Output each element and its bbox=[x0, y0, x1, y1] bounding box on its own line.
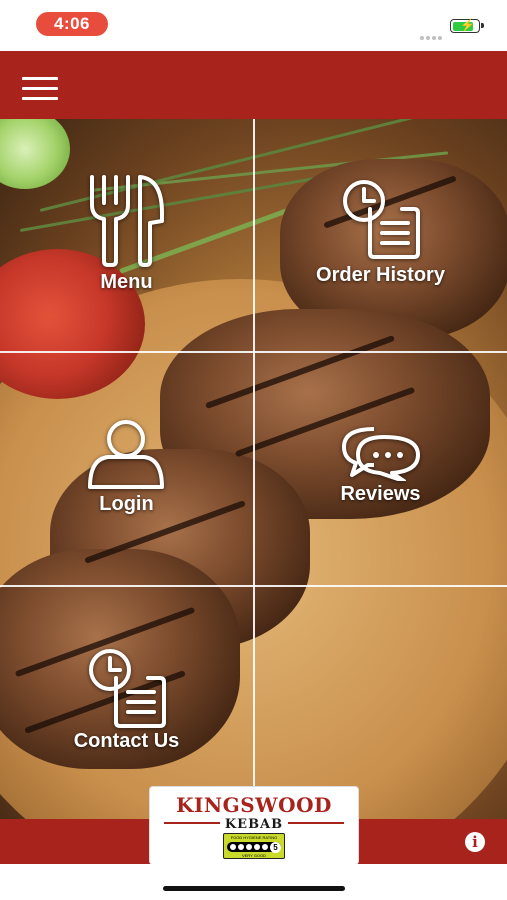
status-time: 4:06 bbox=[36, 12, 108, 36]
rating-dot bbox=[262, 844, 268, 850]
status-bar: 4:06 ⚡ bbox=[0, 0, 507, 50]
food-hygiene-rating-badge: FOOD HYGIENE RATING 5 VERY GOOD bbox=[223, 833, 285, 859]
user-icon bbox=[86, 419, 166, 491]
hamburger-menu-icon[interactable] bbox=[22, 77, 58, 101]
app-header bbox=[0, 51, 507, 119]
tile-reviews[interactable]: Reviews bbox=[254, 352, 507, 585]
charging-bolt-icon: ⚡ bbox=[460, 18, 475, 32]
order-history-icon bbox=[342, 179, 422, 261]
tile-contact-us[interactable]: Contact Us bbox=[0, 586, 253, 819]
info-icon[interactable]: i bbox=[465, 832, 485, 852]
hygiene-rating-description: VERY GOOD bbox=[241, 853, 267, 858]
fork-knife-icon bbox=[88, 173, 166, 267]
tile-order-history-label: Order History bbox=[316, 264, 445, 286]
home-indicator-area bbox=[0, 864, 507, 900]
home-indicator[interactable] bbox=[163, 886, 345, 891]
home-tile-grid: Menu Order History Login Reviews Contact… bbox=[0, 119, 507, 819]
contact-clipboard-icon bbox=[88, 648, 168, 730]
logo-title: KINGSWOOD bbox=[176, 793, 332, 817]
tile-login-label: Login bbox=[99, 493, 154, 515]
kingswood-kebab-logo: KINGSWOOD KEBAB FOOD HYGIENE RATING 5 VE… bbox=[150, 787, 358, 864]
tile-order-history[interactable]: Order History bbox=[254, 119, 507, 351]
battery-charging-icon: ⚡ bbox=[450, 18, 484, 33]
hygiene-rating-value: 5 bbox=[270, 842, 281, 853]
chat-bubbles-icon bbox=[340, 425, 422, 481]
logo-subtitle: KEBAB bbox=[224, 817, 284, 832]
rating-dot bbox=[238, 844, 244, 850]
hygiene-rating-heading: FOOD HYGIENE RATING bbox=[230, 835, 278, 840]
rating-dot bbox=[246, 844, 252, 850]
tile-menu[interactable]: Menu bbox=[0, 119, 253, 351]
rating-dot bbox=[230, 844, 236, 850]
signal-icon bbox=[420, 27, 444, 40]
rating-dot bbox=[254, 844, 260, 850]
tile-login[interactable]: Login bbox=[0, 352, 253, 585]
tile-reviews-label: Reviews bbox=[340, 483, 421, 505]
tile-contact-us-label: Contact Us bbox=[73, 730, 180, 752]
tile-menu-label: Menu bbox=[100, 271, 153, 293]
